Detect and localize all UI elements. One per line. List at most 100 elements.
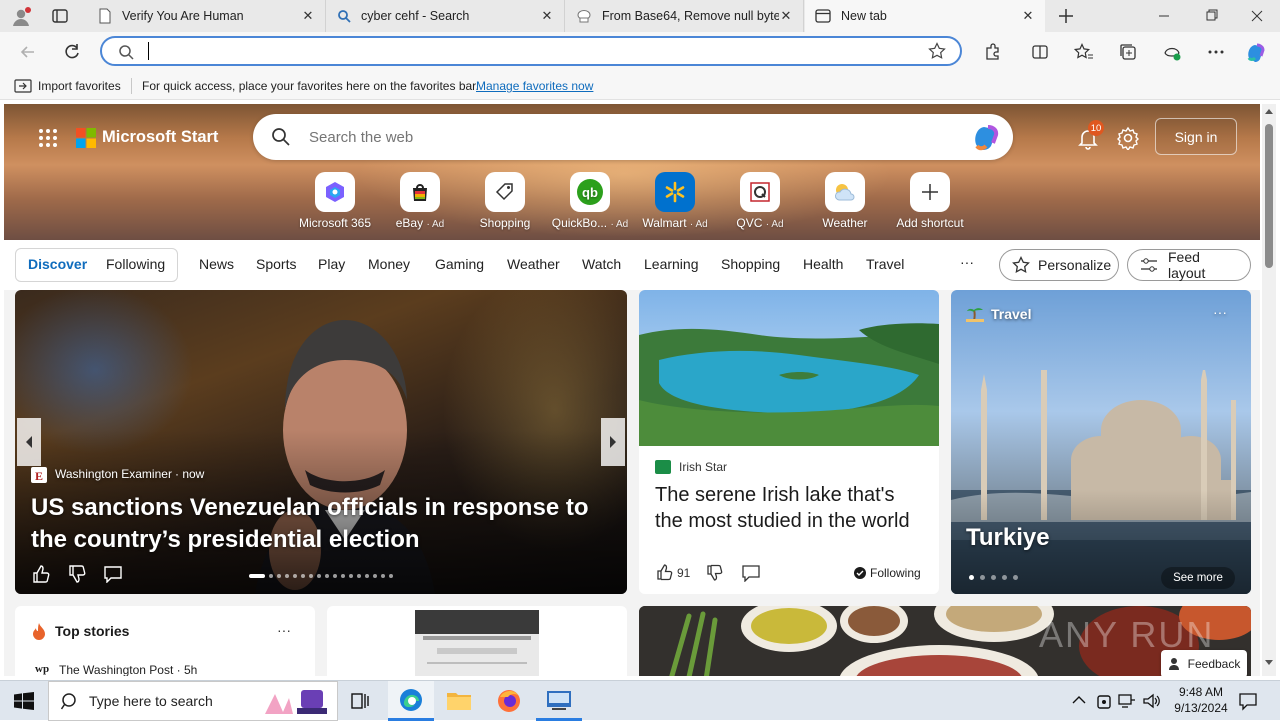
food-card[interactable]: ANY RUN Feedback xyxy=(639,606,1251,676)
comment-icon[interactable] xyxy=(741,564,761,582)
see-more-button[interactable]: See more xyxy=(1161,567,1235,589)
favorites-icon[interactable] xyxy=(1072,40,1096,64)
extensions-icon[interactable] xyxy=(980,40,1004,64)
profile-avatar[interactable] xyxy=(10,6,32,28)
travel-more-button[interactable]: ··· xyxy=(1213,304,1227,320)
quicklink-microsoft365[interactable]: Microsoft 365 xyxy=(295,172,375,230)
taskbar-app-tray-icon[interactable] xyxy=(1096,692,1112,710)
page-scrollbar[interactable] xyxy=(1262,104,1276,676)
nav-gaming[interactable]: Gaming xyxy=(435,256,484,272)
address-input[interactable] xyxy=(148,42,908,60)
browser-essentials-icon[interactable] xyxy=(1160,40,1184,64)
import-favorites-icon[interactable] xyxy=(14,78,32,94)
notification-center-icon[interactable] xyxy=(1238,691,1258,711)
travel-pagination[interactable] xyxy=(969,575,1018,580)
lake-news-card[interactable]: Irish Star The serene Irish lake that's … xyxy=(639,290,939,594)
sign-in-button[interactable]: Sign in xyxy=(1155,118,1237,155)
travel-card[interactable]: Travel ··· Turkiye See more xyxy=(951,290,1251,594)
close-tab-icon[interactable]: ✕ xyxy=(301,8,315,23)
nav-health[interactable]: Health xyxy=(803,256,843,272)
nav-news[interactable]: News xyxy=(199,256,234,272)
clock[interactable]: 9:48 AM 9/13/2024 xyxy=(1166,684,1236,716)
back-icon[interactable] xyxy=(16,40,40,64)
top-stories-title[interactable]: Top stories xyxy=(55,623,129,639)
tab-following[interactable]: Following xyxy=(106,256,165,272)
close-tab-icon[interactable]: ✕ xyxy=(779,8,793,23)
firefox-icon[interactable] xyxy=(496,688,522,714)
windows-start-icon[interactable] xyxy=(14,692,34,710)
address-bar[interactable] xyxy=(100,36,962,66)
comment-icon[interactable] xyxy=(103,565,123,583)
carousel-prev-button[interactable] xyxy=(17,418,41,466)
close-window-icon[interactable] xyxy=(1248,8,1266,24)
quicklink-add-shortcut[interactable]: Add shortcut xyxy=(890,172,970,230)
scroll-up-icon[interactable] xyxy=(1265,108,1273,114)
travel-category[interactable]: Travel xyxy=(991,306,1031,322)
tab-verify-human[interactable]: Verify You Are Human ✕ xyxy=(88,0,326,32)
nav-learning[interactable]: Learning xyxy=(644,256,699,272)
copilot-icon[interactable] xyxy=(971,122,1003,152)
apps-launcher-icon[interactable] xyxy=(38,128,58,148)
scroll-down-icon[interactable] xyxy=(1265,660,1273,666)
copilot-icon[interactable] xyxy=(1244,40,1268,64)
dislike-icon[interactable] xyxy=(705,564,723,582)
manage-favorites-link[interactable]: Manage favorites now xyxy=(476,79,593,93)
refresh-icon[interactable] xyxy=(60,40,84,64)
minimize-icon[interactable] xyxy=(1155,8,1173,24)
quicklink-weather[interactable]: Weather xyxy=(805,172,885,230)
new-tab-plus-icon[interactable] xyxy=(1056,6,1076,26)
scroll-thumb[interactable] xyxy=(1265,124,1273,268)
restore-icon[interactable] xyxy=(1202,8,1220,24)
hero-news-card[interactable]: E Washington Examiner · now US sanctions… xyxy=(15,290,627,594)
quicklink-qvc[interactable]: QVC · Ad xyxy=(720,172,800,230)
carousel-next-button[interactable] xyxy=(601,418,625,466)
split-screen-icon[interactable] xyxy=(1028,40,1052,64)
network-icon[interactable] xyxy=(1118,692,1136,710)
close-tab-icon[interactable]: ✕ xyxy=(540,8,554,23)
feed-layout-button[interactable]: Feed layout xyxy=(1127,249,1251,281)
pinned-app-icon[interactable] xyxy=(536,681,582,721)
close-tab-icon[interactable]: ✕ xyxy=(1021,8,1035,23)
travel-title[interactable]: Turkiye xyxy=(966,524,1050,552)
settings-gear-icon[interactable] xyxy=(1116,126,1140,150)
carousel-pagination[interactable] xyxy=(249,573,409,579)
quicklink-shopping[interactable]: Shopping xyxy=(465,172,545,230)
nav-sports[interactable]: Sports xyxy=(256,256,296,272)
like-icon[interactable] xyxy=(31,564,51,584)
quicklink-walmart[interactable]: Walmart · Ad xyxy=(635,172,715,230)
nav-play[interactable]: Play xyxy=(318,256,345,272)
tab-new-tab[interactable]: New tab ✕ xyxy=(805,0,1045,32)
more-menu-icon[interactable] xyxy=(1204,40,1228,64)
feedback-button[interactable]: Feedback xyxy=(1161,650,1247,676)
nav-watch[interactable]: Watch xyxy=(582,256,621,272)
volume-icon[interactable] xyxy=(1142,692,1160,710)
nav-shopping[interactable]: Shopping xyxy=(721,256,780,272)
show-hidden-icons[interactable] xyxy=(1072,695,1086,705)
quicklink-ebay[interactable]: eBay · Ad xyxy=(380,172,460,230)
file-explorer-icon[interactable] xyxy=(446,689,472,711)
like-icon[interactable] xyxy=(655,563,673,581)
lake-headline[interactable]: The serene Irish lake that's the most st… xyxy=(655,482,925,534)
import-favorites-link[interactable]: Import favorites xyxy=(38,79,121,93)
tab-discover[interactable]: Discover xyxy=(28,256,87,272)
nav-travel[interactable]: Travel xyxy=(866,256,904,272)
quicklink-quickbooks[interactable]: qb QuickBo... · Ad xyxy=(550,172,630,230)
tab-base64[interactable]: From Base64, Remove null bytes ✕ xyxy=(566,0,804,32)
personalize-button[interactable]: Personalize xyxy=(999,249,1119,281)
web-search-input[interactable] xyxy=(309,127,909,147)
collections-icon[interactable] xyxy=(1116,40,1140,64)
notifications-bell-icon[interactable]: 10 xyxy=(1076,120,1104,150)
top-stories-more-button[interactable]: ··· xyxy=(277,622,291,638)
brand-name[interactable]: Microsoft Start xyxy=(102,128,218,147)
hero-headline[interactable]: US sanctions Venezuelan officials in res… xyxy=(31,492,621,556)
favorite-star-icon[interactable] xyxy=(928,42,946,60)
dislike-icon[interactable] xyxy=(67,564,87,584)
taskbar-search-box[interactable]: Type here to search xyxy=(48,681,338,721)
nav-weather[interactable]: Weather xyxy=(507,256,560,272)
tab-search[interactable]: cyber cehf - Search ✕ xyxy=(327,0,565,32)
edge-taskbar-icon[interactable] xyxy=(388,681,434,721)
printer-ad-card[interactable] xyxy=(327,606,627,676)
nav-more-button[interactable]: ··· xyxy=(960,254,974,270)
following-label[interactable]: Following xyxy=(870,566,921,580)
tab-actions-icon[interactable] xyxy=(50,7,70,25)
